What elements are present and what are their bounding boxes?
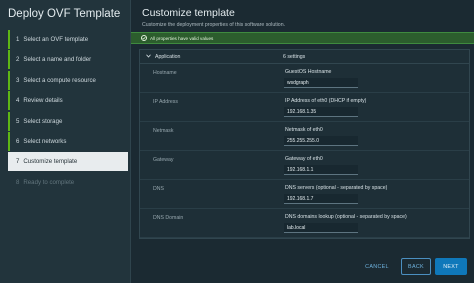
property-description: Gateway of eth0 [285,156,323,162]
dns-input[interactable]: 192.168.1.7 [284,194,358,204]
wizard-title: Deploy OVF Template [8,8,121,20]
step-customize-template[interactable]: 7 Customize template [8,152,128,172]
property-description: DNS domains lookup (optional - separated… [285,214,407,220]
properties-panel: Application 6 settings Hostname GuestOS … [139,49,470,239]
property-row-dns-domain: DNS Domain DNS domains lookup (optional … [140,209,469,238]
validation-alert: All properties have valid values [131,32,474,44]
cancel-button[interactable]: CANCEL [361,258,393,275]
step-number: 8 [16,178,20,186]
property-row-netmask: Netmask Netmask of eth0 255.255.255.0 [140,122,469,151]
section-count: 6 settings [283,53,306,60]
property-description: DNS servers (optional - separated by spa… [285,185,388,191]
gateway-input[interactable]: 192.168.1.1 [284,165,358,175]
property-row-hostname: Hostname GuestOS Hostname wsdgraph [140,64,469,93]
step-number: 6 [16,137,20,145]
step-ready-to-complete: 8 Ready to complete [8,172,128,192]
property-row-dns: DNS DNS servers (optional - separated by… [140,180,469,209]
property-label: IP Address [153,99,178,105]
step-number: 5 [16,117,20,125]
property-label: DNS Domain [153,215,184,221]
step-label: Customize template [23,158,78,166]
property-label: Hostname [153,70,177,76]
step-number: 4 [16,97,20,105]
section-name: Application [155,53,181,60]
dns-domain-input[interactable]: lab.local [284,223,358,233]
back-button[interactable]: BACK [401,258,431,275]
property-description: IP Address of eth0 (DHCP if empty) [285,98,367,104]
property-row-gateway: Gateway Gateway of eth0 192.168.1.1 [140,151,469,180]
step-label: Select a name and folder [23,56,92,64]
property-label: DNS [153,186,164,192]
step-label: Select networks [23,137,67,145]
page-subtitle: Customize the deployment properties of t… [142,22,286,28]
alert-text: All properties have valid values [150,35,214,41]
next-button[interactable]: NEXT [435,258,467,275]
property-label: Gateway [153,157,174,163]
chevron-down-icon [146,53,151,60]
step-label: Review details [23,97,63,105]
step-review-details[interactable]: 4 Review details [8,91,128,111]
step-number: 3 [16,76,20,84]
step-select-storage[interactable]: 5 Select storage [8,111,128,131]
property-description: Netmask of eth0 [285,127,323,133]
step-number: 7 [16,158,20,166]
main-content: Customize template Customize the deploym… [131,0,474,283]
step-label: Select a compute resource [23,76,96,84]
step-select-networks[interactable]: 6 Select networks [8,131,128,151]
wizard-steps: 1 Select an OVF template 2 Select a name… [8,30,128,193]
step-number: 1 [16,36,20,43]
property-description: GuestOS Hostname [285,69,332,75]
property-row-ip-address: IP Address IP Address of eth0 (DHCP if e… [140,93,469,122]
wizard-footer: CANCEL BACK NEXT [131,258,474,275]
netmask-input[interactable]: 255.255.255.0 [284,136,358,146]
check-circle-icon [141,35,147,41]
step-select-name-folder[interactable]: 2 Select a name and folder [8,50,128,70]
property-label: Netmask [153,128,174,134]
ip-address-input[interactable]: 192.168.1.35 [284,107,358,117]
step-label: Ready to complete [23,178,75,186]
step-label: Select an OVF template [23,36,89,43]
step-select-compute-resource[interactable]: 3 Select a compute resource [8,70,128,90]
section-header-application[interactable]: Application 6 settings [140,50,469,64]
step-select-ovf-template[interactable]: 1 Select an OVF template [8,30,128,49]
step-label: Select storage [23,117,63,125]
step-number: 2 [16,56,20,64]
wizard-sidebar: Deploy OVF Template 1 Select an OVF temp… [0,0,131,283]
page-title: Customize template [142,7,235,19]
hostname-input[interactable]: wsdgraph [284,78,358,88]
